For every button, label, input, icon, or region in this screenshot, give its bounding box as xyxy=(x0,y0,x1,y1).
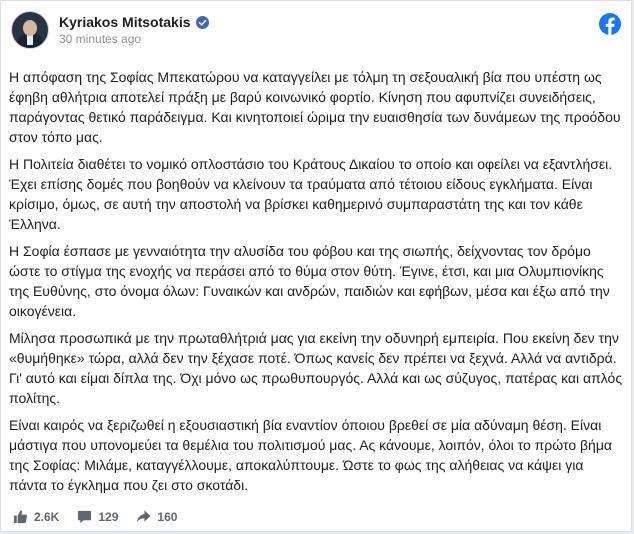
author-name-row: Kyriakos Mitsotakis xyxy=(59,14,209,30)
post-body: Η απόφαση της Σοφίας Μπεκατώρου να καταγ… xyxy=(9,67,623,502)
post-paragraph: Είναι καιρός να ξεριζωθεί η εξουσιαστική… xyxy=(9,417,613,493)
author-avatar[interactable] xyxy=(11,11,49,49)
post-stats: 2.6K 129 160 xyxy=(13,509,195,524)
comment-icon xyxy=(78,510,92,524)
post-paragraph: Η Πολιτεία διαθέτει το νομικό οπλοστάσιο… xyxy=(9,156,613,232)
author-name[interactable]: Kyriakos Mitsotakis xyxy=(59,14,191,30)
verified-badge-icon xyxy=(195,15,209,29)
post-timestamp[interactable]: 30 minutes ago xyxy=(59,32,209,46)
likes-stat[interactable]: 2.6K xyxy=(13,509,59,524)
shares-stat[interactable]: 160 xyxy=(136,509,177,524)
share-arrow-icon xyxy=(137,510,151,523)
post-paragraph: Η Σοφία έσπασε με γενναιότητα την αλυσίδ… xyxy=(9,243,610,319)
comments-count: 129 xyxy=(98,509,119,524)
author-meta: Kyriakos Mitsotakis 30 minutes ago xyxy=(59,14,209,46)
facebook-logo-icon xyxy=(599,13,621,35)
thumbs-up-icon xyxy=(13,510,28,524)
post-card: Kyriakos Mitsotakis 30 minutes ago Η από… xyxy=(0,0,632,532)
post-paragraph: Μίλησα προσωπικά με την πρωταθλήτριά μας… xyxy=(9,330,623,406)
shares-count: 160 xyxy=(157,509,178,524)
comments-stat[interactable]: 129 xyxy=(77,509,118,524)
post-header: Kyriakos Mitsotakis 30 minutes ago xyxy=(11,10,209,50)
post-paragraph: Η απόφαση της Σοφίας Μπεκατώρου να καταγ… xyxy=(9,69,621,145)
likes-count: 2.6K xyxy=(34,509,60,524)
